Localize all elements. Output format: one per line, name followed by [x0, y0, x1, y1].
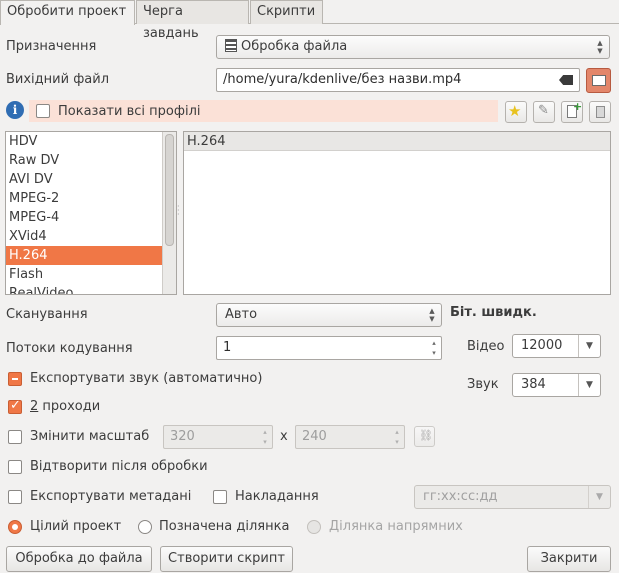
updown-arrows-icon: ▲ ▼	[597, 39, 603, 55]
range-selected-label: Позначена ділянка	[159, 519, 290, 534]
info-icon[interactable]: i	[6, 101, 24, 119]
overlay-checkbox[interactable]	[213, 490, 227, 504]
play-after-label: Відтворити після обробки	[30, 459, 208, 474]
chevron-down-icon: ▼	[578, 335, 600, 357]
format-list-item[interactable]: Flash	[6, 265, 164, 284]
export-metadata-checkbox[interactable]	[8, 490, 22, 504]
chevron-down-icon: ▼	[588, 486, 610, 508]
overlay-label: Накладання	[235, 489, 319, 504]
trash-icon	[596, 106, 605, 118]
format-list[interactable]: HDV Raw DV AVI DV MPEG-2 MPEG-4 XVid4 H.264 Fla…	[5, 131, 177, 295]
scanning-value: Авто	[225, 307, 258, 322]
audio-bitrate-value: 384	[521, 377, 546, 392]
destination-label: Призначення	[6, 39, 97, 54]
open-file-button[interactable]	[586, 68, 611, 93]
pencil-icon: ✎	[538, 103, 549, 118]
threads-label: Потоки кодування	[6, 341, 133, 356]
show-all-profiles-checkbox[interactable]	[36, 104, 50, 118]
rescale-x-label: x	[280, 429, 288, 444]
export-audio-label: Експортувати звук (автоматично)	[30, 371, 263, 386]
format-list-scroll-thumb[interactable]	[165, 134, 174, 246]
range-whole-radio[interactable]	[8, 520, 22, 534]
two-pass-label: 2 проходи	[30, 399, 100, 414]
format-list-item[interactable]: HDV	[6, 132, 164, 151]
rescale-lock-button[interactable]: ⛓	[414, 426, 435, 447]
tab-render-project[interactable]: Обробити проект	[0, 0, 135, 25]
range-guides-radio[interactable]	[307, 520, 321, 534]
rescale-checkbox[interactable]	[8, 430, 22, 444]
format-list-item[interactable]: MPEG-4	[6, 208, 164, 227]
spin-arrows-icon[interactable]: ▴ ▾	[258, 426, 272, 448]
format-list-item[interactable]: MPEG-2	[6, 189, 164, 208]
threads-value: 1	[223, 340, 232, 355]
format-list-item[interactable]: AVI DV	[6, 170, 164, 189]
output-file-input[interactable]: /home/yura/kdenlive/без назви.mp4	[216, 68, 580, 92]
chevron-down-icon: ▼	[578, 374, 600, 396]
video-bitrate-label: Відео	[467, 339, 505, 354]
scanning-combo[interactable]: Авто ▲ ▼	[216, 303, 442, 327]
format-list-item[interactable]: H.264	[6, 246, 164, 265]
video-bitrate-value: 12000	[521, 338, 563, 353]
close-button[interactable]: Закрити	[527, 546, 611, 572]
star-icon: ★	[508, 102, 522, 120]
tab-scripts[interactable]: Скрипти	[250, 0, 323, 24]
profile-list-item[interactable]: H.264	[184, 132, 610, 151]
overlay-timecode-combo[interactable]: гг:хх:сс:дд ▼	[414, 485, 611, 509]
spin-arrows-icon[interactable]: ▴ ▾	[427, 337, 441, 359]
favorite-profile-button[interactable]: ★	[505, 101, 527, 123]
rescale-height-spinbox[interactable]: 240 ▴ ▾	[295, 425, 405, 449]
spin-arrows-icon[interactable]: ▴ ▾	[390, 426, 404, 448]
play-after-checkbox[interactable]	[8, 460, 22, 474]
render-to-file-button[interactable]: Обробка до файла	[6, 546, 152, 572]
threads-spinbox[interactable]: 1 ▴ ▾	[216, 336, 442, 360]
plus-icon: +	[573, 100, 583, 113]
check-icon: ✓	[10, 398, 21, 413]
format-list-item[interactable]: XVid4	[6, 227, 164, 246]
profile-list[interactable]: H.264	[183, 131, 611, 295]
overlay-timecode-placeholder: гг:хх:сс:дд	[423, 489, 498, 504]
folder-save-icon	[592, 75, 606, 86]
range-selected-radio[interactable]	[138, 520, 152, 534]
format-list-item[interactable]: RealVideo	[6, 284, 164, 294]
updown-arrows-icon: ▲ ▼	[429, 307, 435, 323]
video-bitrate-combo[interactable]: 12000 ▼	[512, 334, 601, 358]
audio-bitrate-combo[interactable]: 384 ▼	[512, 373, 601, 397]
two-pass-text: проходи	[38, 399, 101, 414]
rescale-width-spinbox[interactable]: 320 ▴ ▾	[163, 425, 273, 449]
edit-profile-button[interactable]: ✎	[533, 101, 555, 123]
format-list-scrollbar[interactable]	[162, 132, 176, 294]
link-icon: ⛓	[419, 429, 433, 442]
delete-profile-button[interactable]	[589, 101, 611, 123]
destination-combo[interactable]: Обробка файла ▲ ▼	[216, 35, 610, 59]
rescale-width-value: 320	[170, 429, 195, 444]
clear-text-icon[interactable]	[559, 75, 573, 85]
bitrate-title: Біт. швидк.	[450, 305, 537, 320]
generate-script-button[interactable]: Створити скрипт	[160, 546, 293, 572]
film-icon	[225, 39, 237, 52]
two-pass-checkbox[interactable]: ✓	[8, 398, 22, 414]
export-metadata-label: Експортувати метадані	[30, 489, 192, 504]
splitter-handle[interactable]: · · ·	[177, 203, 181, 221]
range-guides-label: Ділянка напрямних	[329, 519, 463, 534]
export-audio-checkbox[interactable]	[8, 372, 22, 386]
format-list-item[interactable]: Raw DV	[6, 151, 164, 170]
tab-job-queue[interactable]: Черга завдань	[136, 0, 249, 41]
destination-value: Обробка файла	[241, 39, 348, 54]
range-whole-label: Цілий проект	[30, 519, 122, 534]
output-file-label: Вихідний файл	[6, 72, 110, 87]
rescale-height-value: 240	[302, 429, 327, 444]
audio-bitrate-label: Звук	[467, 377, 499, 392]
show-all-profiles-label: Показати всі профілі	[58, 104, 201, 119]
new-profile-button[interactable]: +	[561, 100, 583, 123]
scanning-label: Сканування	[6, 307, 88, 322]
rescale-label: Змінити масштаб	[30, 429, 150, 444]
output-file-value: /home/yura/kdenlive/без назви.mp4	[223, 72, 462, 87]
